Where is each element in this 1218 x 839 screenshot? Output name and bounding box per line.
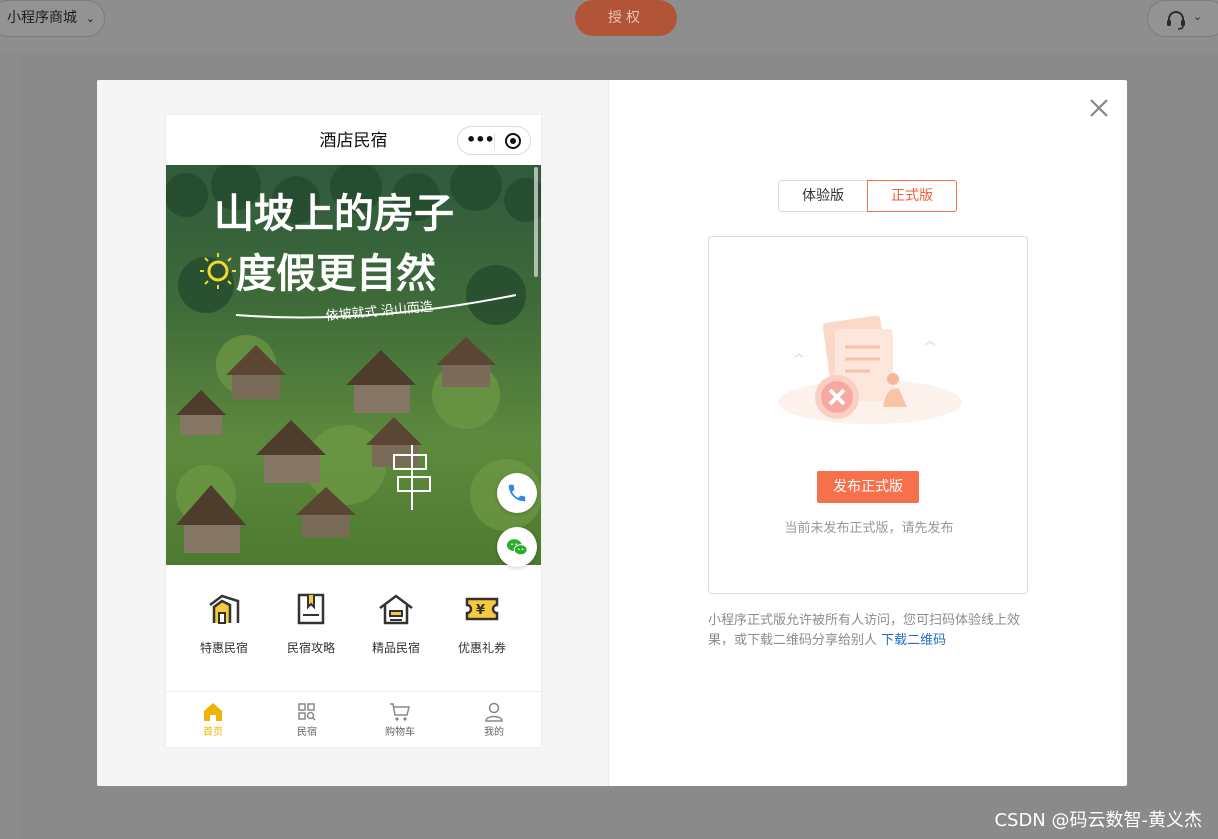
description-text: 小程序正式版允许被所有人访问，您可扫码体验线上效果，或下载二维码分享给别人: [708, 613, 1021, 648]
tab-bar: 首页 民宿 购物车 我的: [166, 691, 541, 747]
user-icon: [485, 702, 503, 722]
unpublished-hint: 当前未发布正式版，请先发布: [784, 521, 954, 536]
tab-label: 首页: [203, 727, 223, 738]
quick-nav-label: 特惠民宿: [199, 641, 248, 655]
tab-label: 购物车: [385, 727, 415, 738]
tab-cart[interactable]: 购物车: [353, 692, 447, 747]
preview-panel: 酒店民宿 ••• 山坡上的房子 度假更自然 依坡就式 沿山而造 特惠民宿 民宿攻…: [97, 80, 609, 786]
grid-search-icon: [298, 703, 316, 721]
quick-nav-item[interactable]: ¥ 优惠礼券: [442, 585, 522, 656]
publish-official-button[interactable]: 发布正式版: [817, 471, 919, 503]
chevron-down-icon: ⌄: [1193, 10, 1203, 23]
banner-image: 山坡上的房子 度假更自然 依坡就式 沿山而造: [166, 165, 541, 565]
home-icon: [204, 703, 222, 721]
authorize-button[interactable]: 授权: [575, 0, 677, 36]
close-miniprogram-icon[interactable]: [505, 133, 521, 149]
download-qrcode-link[interactable]: 下载二维码: [881, 633, 946, 648]
watermark: CSDN @码云数智-黄义杰: [994, 810, 1202, 831]
quick-nav-item[interactable]: 精品民宿: [356, 585, 436, 656]
tab-experience-version[interactable]: 体验版: [778, 180, 868, 212]
quick-nav-item[interactable]: 民宿攻略: [271, 585, 351, 656]
tab-home[interactable]: 首页: [166, 692, 260, 747]
quick-nav-label: 优惠礼券: [457, 641, 506, 655]
hero-banner[interactable]: 山坡上的房子 度假更自然 依坡就式 沿山而造: [166, 165, 541, 565]
empty-state-illustration: [778, 315, 962, 424]
phone-preview: 酒店民宿 ••• 山坡上的房子 度假更自然 依坡就式 沿山而造 特惠民宿 民宿攻…: [166, 115, 541, 747]
house-icon: [379, 594, 413, 625]
customer-service-button[interactable]: ⌄: [1147, 0, 1218, 37]
call-button[interactable]: [497, 473, 537, 513]
quick-nav: 特惠民宿 民宿攻略 精品民宿 ¥ 优惠礼券: [166, 585, 541, 675]
more-icon[interactable]: •••: [466, 130, 495, 149]
tab-mine[interactable]: 我的: [447, 692, 541, 747]
tab-label: 我的: [484, 727, 504, 738]
quick-nav-label: 民宿攻略: [286, 641, 335, 655]
top-bar: 小程序商城 ⌄ 授权 ⌄: [0, 0, 1218, 53]
banner-scrollbar[interactable]: [534, 167, 538, 277]
tab-official-version[interactable]: 正式版: [867, 180, 957, 212]
wechat-button[interactable]: [497, 527, 537, 567]
qrcode-card: 发布正式版 当前未发布正式版，请先发布: [708, 236, 1028, 594]
official-version-description: 小程序正式版允许被所有人访问，您可扫码体验线上效果，或下载二维码分享给别人 下载…: [708, 611, 1038, 651]
cart-icon: [390, 703, 410, 721]
coupon-icon: ¥: [465, 597, 499, 621]
capsule-divider: [494, 133, 495, 149]
svg-text:¥: ¥: [476, 603, 485, 618]
phone-icon: [508, 484, 526, 502]
capsule-menu[interactable]: •••: [457, 126, 531, 155]
quick-nav-label: 精品民宿: [371, 641, 420, 655]
villa-icon: [209, 594, 240, 624]
close-icon[interactable]: [1087, 96, 1111, 120]
tab-label: 民宿: [297, 727, 317, 738]
banner-headline-1: 山坡上的房子: [214, 192, 454, 236]
publish-modal: 酒店民宿 ••• 山坡上的房子 度假更自然 依坡就式 沿山而造 特惠民宿 民宿攻…: [97, 80, 1127, 786]
app-select-label: 小程序商城: [7, 10, 77, 26]
headset-icon: [1167, 11, 1185, 30]
app-select[interactable]: 小程序商城 ⌄: [0, 0, 105, 37]
guide-book-icon: [297, 593, 325, 625]
chevron-down-icon: ⌄: [85, 12, 95, 25]
quick-nav-item[interactable]: 特惠民宿: [184, 585, 264, 656]
wechat-icon: [506, 539, 528, 556]
tab-homestay[interactable]: 民宿: [260, 692, 354, 747]
banner-headline-2: 度假更自然: [236, 252, 436, 296]
